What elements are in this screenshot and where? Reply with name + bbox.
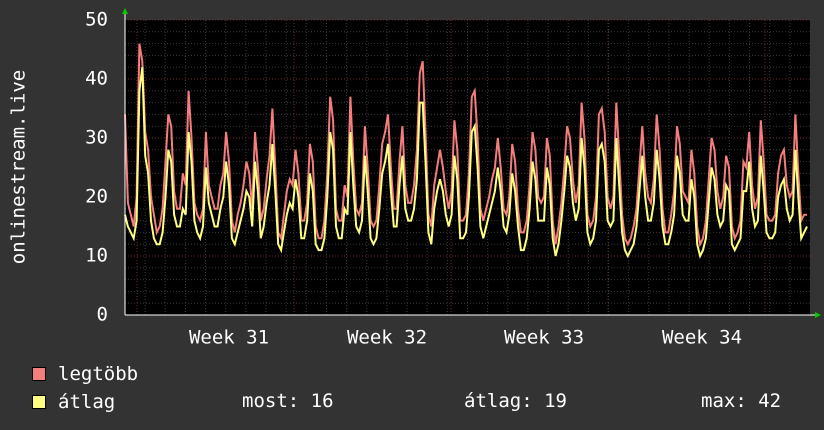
stat-max: max: 42 <box>701 390 782 412</box>
y-tick-labels: 0 10 20 30 40 50 <box>85 9 108 326</box>
stat-current: most: 16 <box>242 390 334 412</box>
y-tick-label: 20 <box>85 186 108 208</box>
stat-average: átlag: 19 <box>464 390 567 412</box>
legend-item-legtobb: legtöbb <box>32 363 138 385</box>
x-tick-label: Week 34 <box>662 327 742 349</box>
x-axis-arrow-icon <box>815 312 821 318</box>
y-tick-label: 50 <box>85 9 108 31</box>
legend-item-atlag: átlag <box>32 391 115 413</box>
y-tick-label: 40 <box>85 68 108 90</box>
legend-label-atlag: átlag <box>58 391 116 413</box>
y-tick-label: 30 <box>85 127 108 149</box>
x-tick-label: Week 32 <box>347 327 427 349</box>
y-axis-arrow-icon <box>122 8 128 14</box>
x-tick-labels: Week 31 Week 32 Week 33 Week 34 <box>189 327 742 349</box>
y-axis-label: onlinestream.live <box>8 70 30 264</box>
x-tick-label: Week 31 <box>189 327 269 349</box>
legend-label-legtobb: legtöbb <box>58 363 139 385</box>
y-tick-label: 0 <box>97 304 108 326</box>
x-tick-label: Week 33 <box>504 327 584 349</box>
legend-swatch-legtobb <box>32 367 46 381</box>
y-tick-label: 10 <box>85 245 108 267</box>
legend-swatch-atlag <box>32 395 46 409</box>
